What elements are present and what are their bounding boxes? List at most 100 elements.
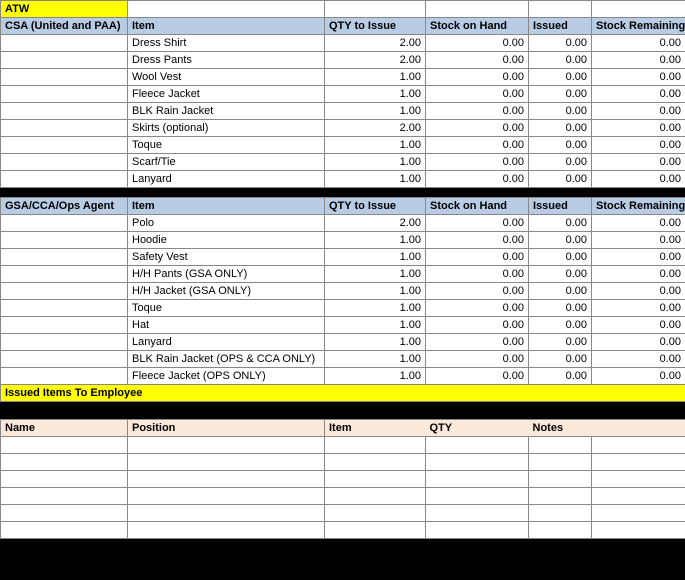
- table-row[interactable]: Polo2.000.000.000.00: [1, 215, 685, 232]
- cell-issued[interactable]: 0.00: [529, 283, 592, 300]
- cell-qty[interactable]: 1.00: [325, 283, 426, 300]
- cell-issued[interactable]: 0.00: [529, 154, 592, 171]
- col-qty[interactable]: QTY to Issue: [325, 198, 426, 215]
- cell-position[interactable]: [128, 505, 325, 522]
- table-row[interactable]: Toque1.000.000.000.00: [1, 300, 685, 317]
- table-row[interactable]: BLK Rain Jacket (OPS & CCA ONLY)1.000.00…: [1, 351, 685, 368]
- cell-stock[interactable]: 0.00: [426, 266, 529, 283]
- cell-item[interactable]: Lanyard: [128, 171, 325, 188]
- cell-issued[interactable]: 0.00: [529, 171, 592, 188]
- cell-remain[interactable]: 0.00: [592, 232, 685, 249]
- cell-notes[interactable]: [529, 505, 592, 522]
- cell-stock[interactable]: 0.00: [426, 52, 529, 69]
- cell-stock[interactable]: 0.00: [426, 103, 529, 120]
- cell-item[interactable]: BLK Rain Jacket (OPS & CCA ONLY): [128, 351, 325, 368]
- cell-remain[interactable]: 0.00: [592, 171, 685, 188]
- cell-name[interactable]: [1, 522, 128, 539]
- cell-empty[interactable]: [1, 86, 128, 103]
- cell-qty[interactable]: [426, 522, 529, 539]
- cell-qty[interactable]: [426, 454, 529, 471]
- issued-header[interactable]: Name Position Item QTY Notes: [1, 420, 685, 437]
- cell-item[interactable]: Polo: [128, 215, 325, 232]
- col-stock[interactable]: Stock on Hand: [426, 18, 529, 35]
- cell-stock[interactable]: 0.00: [426, 35, 529, 52]
- cell-qty[interactable]: 1.00: [325, 317, 426, 334]
- cell-remain[interactable]: 0.00: [592, 283, 685, 300]
- table-row[interactable]: Hoodie1.000.000.000.00: [1, 232, 685, 249]
- cell-stock[interactable]: 0.00: [426, 86, 529, 103]
- table-row[interactable]: [1, 505, 685, 522]
- cell-remain[interactable]: 0.00: [592, 266, 685, 283]
- cell-extra[interactable]: [592, 454, 685, 471]
- cell-remain[interactable]: 0.00: [592, 120, 685, 137]
- cell-notes[interactable]: [529, 471, 592, 488]
- cell-qty[interactable]: [426, 488, 529, 505]
- cell-position[interactable]: [128, 437, 325, 454]
- cell-item[interactable]: H/H Pants (GSA ONLY): [128, 266, 325, 283]
- cell-item[interactable]: BLK Rain Jacket: [128, 103, 325, 120]
- table-row[interactable]: H/H Pants (GSA ONLY)1.000.000.000.00: [1, 266, 685, 283]
- cell-remain[interactable]: 0.00: [592, 334, 685, 351]
- cell-qty[interactable]: 2.00: [325, 52, 426, 69]
- cell-item[interactable]: Hat: [128, 317, 325, 334]
- cell-issued[interactable]: 0.00: [529, 232, 592, 249]
- cell-extra[interactable]: [592, 471, 685, 488]
- cell-item[interactable]: Dress Pants: [128, 52, 325, 69]
- table-row[interactable]: H/H Jacket (GSA ONLY)1.000.000.000.00: [1, 283, 685, 300]
- col-item[interactable]: Item: [325, 420, 426, 437]
- cell-empty[interactable]: [1, 300, 128, 317]
- cell-notes[interactable]: [529, 488, 592, 505]
- col-notes[interactable]: Notes: [529, 420, 592, 437]
- cell-item[interactable]: Fleece Jacket: [128, 86, 325, 103]
- cell-qty[interactable]: 1.00: [325, 86, 426, 103]
- cell-empty[interactable]: [1, 137, 128, 154]
- col-issued[interactable]: Issued: [529, 198, 592, 215]
- cell-qty[interactable]: [426, 505, 529, 522]
- cell-position[interactable]: [128, 522, 325, 539]
- table-row[interactable]: Dress Shirt2.000.000.000.00: [1, 35, 685, 52]
- cell-qty[interactable]: 1.00: [325, 69, 426, 86]
- cell-item[interactable]: [325, 471, 426, 488]
- cell-qty[interactable]: 1.00: [325, 249, 426, 266]
- cell-item[interactable]: H/H Jacket (GSA ONLY): [128, 283, 325, 300]
- cell-remain[interactable]: 0.00: [592, 35, 685, 52]
- cell-stock[interactable]: 0.00: [426, 215, 529, 232]
- cell-stock[interactable]: 0.00: [426, 300, 529, 317]
- cell-extra[interactable]: [592, 488, 685, 505]
- cell-qty[interactable]: 1.00: [325, 137, 426, 154]
- cell-issued[interactable]: 0.00: [529, 215, 592, 232]
- table-row[interactable]: [1, 437, 685, 454]
- cell-qty[interactable]: 1.00: [325, 171, 426, 188]
- cell-issued[interactable]: 0.00: [529, 120, 592, 137]
- section2-header[interactable]: GSA/CCA/Ops Agent Item QTY to Issue Stoc…: [1, 198, 685, 215]
- cell-position[interactable]: [128, 454, 325, 471]
- section1-label[interactable]: CSA (United and PAA): [1, 18, 128, 35]
- cell-stock[interactable]: 0.00: [426, 317, 529, 334]
- cell-issued[interactable]: 0.00: [529, 69, 592, 86]
- section2-label[interactable]: GSA/CCA/Ops Agent: [1, 198, 128, 215]
- cell-qty[interactable]: 1.00: [325, 334, 426, 351]
- section1-header[interactable]: CSA (United and PAA) Item QTY to Issue S…: [1, 18, 685, 35]
- cell-empty[interactable]: [1, 368, 128, 385]
- col-item[interactable]: Item: [128, 198, 325, 215]
- table-row[interactable]: Hat1.000.000.000.00: [1, 317, 685, 334]
- cell-item[interactable]: Toque: [128, 137, 325, 154]
- cell-empty[interactable]: [1, 266, 128, 283]
- issued-title-row[interactable]: Issued Items To Employee: [1, 385, 685, 402]
- cell-issued[interactable]: 0.00: [529, 334, 592, 351]
- cell-empty[interactable]: [1, 171, 128, 188]
- table-row[interactable]: Safety Vest1.000.000.000.00: [1, 249, 685, 266]
- cell-issued[interactable]: 0.00: [529, 137, 592, 154]
- cell-remain[interactable]: 0.00: [592, 215, 685, 232]
- title-cell[interactable]: ATW: [1, 1, 128, 18]
- cell-empty[interactable]: [1, 35, 128, 52]
- cell-stock[interactable]: 0.00: [426, 283, 529, 300]
- cell-remain[interactable]: 0.00: [592, 317, 685, 334]
- cell-issued[interactable]: 0.00: [529, 317, 592, 334]
- cell-item[interactable]: [325, 488, 426, 505]
- cell-item[interactable]: Scarf/Tie: [128, 154, 325, 171]
- cell-qty[interactable]: 1.00: [325, 266, 426, 283]
- cell-empty[interactable]: [1, 120, 128, 137]
- cell-remain[interactable]: 0.00: [592, 69, 685, 86]
- col-stock[interactable]: Stock on Hand: [426, 198, 529, 215]
